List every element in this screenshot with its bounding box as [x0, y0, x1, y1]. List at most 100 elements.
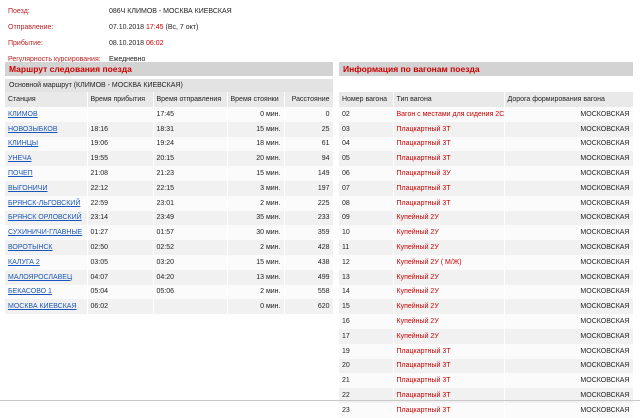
distance-cell: 25 [284, 121, 334, 137]
distance-cell: 197 [284, 180, 334, 196]
departure-cell: 17:45 [153, 107, 228, 122]
route-column-header: Расстояние [284, 92, 334, 107]
stop-cell: 30 мин. [227, 225, 285, 241]
train-info: Поезд: 086Ч КЛИМОВ - МОСКВА КИЕВСКАЯ Отпр… [8, 4, 232, 68]
car-type-cell: Плацкартный 3Т [393, 136, 505, 152]
table-row: МАЛОЯРОСЛАВЕЦ 04:07 04:20 13 мин. 499 [5, 269, 334, 285]
station-cell: КЛИНЦЫ [5, 136, 88, 152]
table-row: УНЕЧА 19:55 20:15 20 мин. 94 [5, 151, 334, 167]
car-number-cell: 11 [339, 240, 394, 255]
departure-cell: 23:49 [153, 210, 228, 226]
station-cell: КАЛУГА 2 [5, 254, 88, 270]
car-type-cell: Купейный 2У [393, 299, 505, 315]
car-number-cell: 15 [339, 299, 394, 315]
car-road-cell: МОСКОВСКАЯ [504, 314, 634, 329]
car-type-cell: Плацкартный 3Т [393, 151, 505, 167]
distance-cell: 0 [284, 107, 334, 122]
route-subtitle: Основной маршрут (КЛИМОВ - МОСКВА КИЕВСК… [5, 79, 333, 92]
table-row: 06 Плацкартный 3У МОСКОВСКАЯ [339, 166, 634, 181]
arrival-cell: 23:14 [87, 210, 154, 226]
table-row: 05 Плацкартный 3Т МОСКОВСКАЯ [339, 151, 634, 167]
station-link[interactable]: ВОРОТЫНСК [8, 244, 53, 251]
table-row: 11 Купейный 2У МОСКОВСКАЯ [339, 240, 634, 255]
table-row: 19 Плацкартный 3Т МОСКОВСКАЯ [339, 343, 634, 359]
train-value: 086Ч КЛИМОВ - МОСКВА КИЕВСКАЯ [109, 8, 232, 15]
arrival-row: Прибытие: 08.10.2018 06:02 [8, 36, 232, 52]
arrival-cell: 01:27 [87, 225, 154, 241]
station-link[interactable]: СУХИНИЧИ-ГЛАВНЫЕ [8, 229, 82, 236]
car-road-cell: МОСКОВСКАЯ [504, 240, 634, 255]
station-cell: ПОЧЕП [5, 166, 88, 181]
distance-cell: 359 [284, 225, 334, 241]
car-type-cell: Купейный 2У [393, 269, 505, 285]
car-road-cell: МОСКОВСКАЯ [504, 210, 634, 226]
arrival-time: 06:02 [146, 40, 164, 47]
table-row: ВЫГОНИЧИ 22:12 22:15 3 мин. 197 [5, 180, 334, 196]
stop-cell: 15 мин. [227, 166, 285, 181]
distance-cell: 61 [284, 136, 334, 152]
distance-cell: 225 [284, 195, 334, 211]
table-row: 02 Вагон с местами для сидения 2С МОСКОВСК… [339, 107, 634, 122]
departure-cell: 01:57 [153, 225, 228, 241]
station-link[interactable]: КЛИМОВ [8, 111, 38, 118]
car-type-cell: Купейный 2У ( М/Ж) [393, 254, 505, 270]
arrival-cell: 05:04 [87, 284, 154, 300]
departure-cell [153, 299, 228, 315]
car-road-cell: МОСКОВСКАЯ [504, 358, 634, 374]
station-link[interactable]: КЛИНЦЫ [8, 140, 38, 147]
distance-cell: 620 [284, 299, 334, 315]
car-road-cell: МОСКОВСКАЯ [504, 180, 634, 196]
station-link[interactable]: ВЫГОНИЧИ [8, 185, 48, 192]
car-number-cell: 07 [339, 180, 394, 196]
car-type-cell: Вагон с местами для сидения 2С [393, 107, 505, 122]
table-row: 20 Плацкартный 3Т МОСКОВСКАЯ [339, 358, 634, 374]
bottom-divider [0, 400, 640, 401]
station-cell: МАЛОЯРОСЛАВЕЦ [5, 269, 88, 285]
station-link[interactable]: БРЯНСК ОРЛОВСКИЙ [8, 214, 82, 221]
station-cell: МОСКВА КИЕВСКАЯ [5, 299, 88, 315]
station-link[interactable]: БЕКАСОВО 1 [8, 288, 52, 295]
car-number-cell: 10 [339, 225, 394, 241]
station-cell: БЕКАСОВО 1 [5, 284, 88, 300]
route-header-row: Станция Время прибытия Время отправления Вр… [5, 92, 334, 107]
car-number-cell: 08 [339, 195, 394, 211]
distance-cell: 438 [284, 254, 334, 270]
arrival-date: 08.10.2018 [109, 40, 145, 47]
stop-cell: 20 мин. [227, 151, 285, 167]
car-number-cell: 19 [339, 343, 394, 359]
car-type-cell: Плацкартный 3Т [393, 373, 505, 389]
stop-cell: 0 мин. [227, 299, 285, 315]
distance-cell: 558 [284, 284, 334, 300]
car-type-cell: Плацкартный 3Т [393, 358, 505, 374]
car-number-cell: 13 [339, 269, 394, 285]
stop-cell: 2 мин. [227, 195, 285, 211]
car-road-cell: МОСКОВСКАЯ [504, 373, 634, 389]
station-link[interactable]: КАЛУГА 2 [8, 259, 40, 266]
car-number-cell: 12 [339, 254, 394, 270]
car-road-cell: МОСКОВСКАЯ [504, 269, 634, 285]
station-link[interactable]: БРЯНСК-ЛЬГОВСКИЙ [8, 200, 80, 207]
station-cell: БРЯНСК ОРЛОВСКИЙ [5, 210, 88, 226]
table-row: 14 Купейный 2У МОСКОВСКАЯ [339, 284, 634, 300]
station-link[interactable]: МОСКВА КИЕВСКАЯ [8, 303, 77, 310]
station-link[interactable]: ПОЧЕП [8, 170, 33, 177]
cars-title: Информация по вагонам поезда [339, 62, 633, 76]
table-row: БЕКАСОВО 1 05:04 05:06 2 мин. 558 [5, 284, 334, 300]
departure-cell: 19:24 [153, 136, 228, 152]
car-number-cell: 02 [339, 107, 394, 122]
route-table: Станция Время прибытия Время отправления Вр… [5, 92, 334, 315]
cars-header-row: Номер вагона Тип вагона Дорога формировани… [339, 92, 634, 107]
arrival-cell: 04:07 [87, 269, 154, 285]
table-row: 17 Купейный 2У МОСКОВСКАЯ [339, 328, 634, 344]
station-link[interactable]: УНЕЧА [8, 155, 32, 162]
distance-cell: 149 [284, 166, 334, 181]
stop-cell: 13 мин. [227, 269, 285, 285]
station-cell: УНЕЧА [5, 151, 88, 167]
car-number-cell: 09 [339, 210, 394, 226]
station-link[interactable]: НОВОЗЫБКОВ [8, 126, 58, 133]
car-road-cell: МОСКОВСКАЯ [504, 107, 634, 122]
stop-cell: 15 мин. [227, 254, 285, 270]
station-link[interactable]: МАЛОЯРОСЛАВЕЦ [8, 274, 72, 281]
departure-day: (Вс, 7 окт) [165, 24, 199, 31]
stop-cell: 2 мин. [227, 240, 285, 255]
